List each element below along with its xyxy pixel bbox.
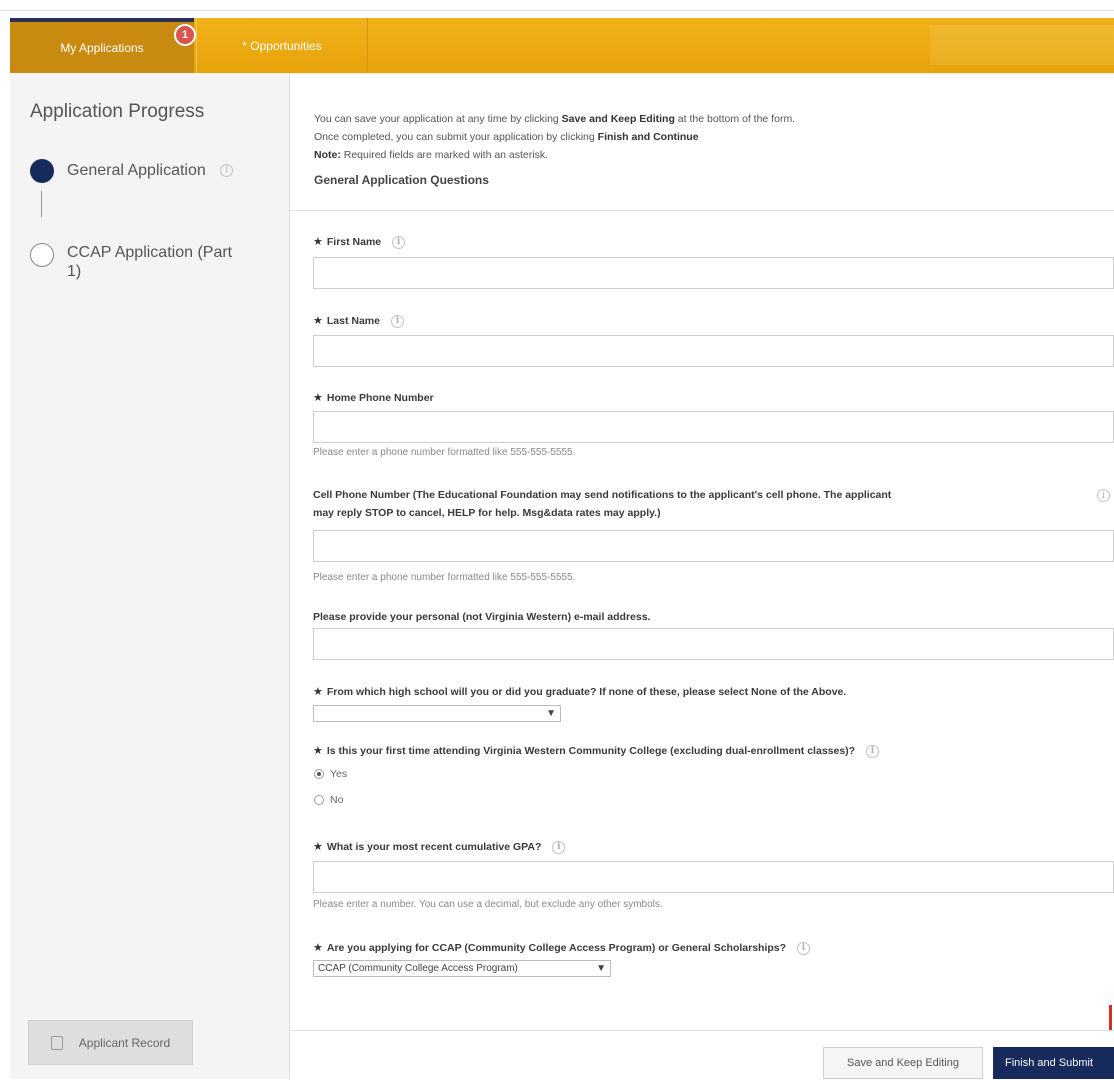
cell-phone-input[interactable] — [313, 530, 1114, 562]
form-footer — [290, 1030, 1114, 1080]
intro-line1-post: at the bottom of the form. — [674, 113, 796, 125]
radio-selected-icon — [314, 769, 324, 779]
email-input[interactable] — [313, 628, 1114, 660]
home-phone-label: ★ Home Phone Number — [313, 389, 434, 407]
section-title: General Application Questions — [314, 173, 489, 187]
high-school-label: ★ From which high school will you or did … — [313, 683, 846, 701]
tab-my-applications[interactable]: My Applications — [10, 18, 194, 73]
applicant-record-button[interactable]: Applicant Record — [28, 1020, 193, 1065]
gpa-hint: Please enter a number. You can use a dec… — [313, 899, 663, 910]
gpa-label-text: What is your most recent cumulative GPA? — [326, 841, 542, 853]
last-name-label-text: Last Name — [326, 315, 380, 327]
info-icon[interactable]: i — [552, 840, 566, 854]
last-name-label: ★ Last Name i — [313, 312, 404, 330]
intro-line1-text: You can save your application at any tim… — [314, 113, 562, 125]
info-icon[interactable]: i — [1097, 489, 1110, 502]
radio-unselected-icon — [314, 795, 324, 805]
first-time-option-no-label: No — [330, 794, 344, 806]
intro-line2-text: Once completed, you can submit your appl… — [314, 131, 598, 143]
gpa-label: ★ What is your most recent cumulative GPA… — [313, 838, 566, 856]
top-nav-bar: My Applications 1 * Opportunities — [10, 18, 1114, 73]
first-name-label-text: First Name — [326, 236, 382, 248]
home-phone-input[interactable] — [313, 411, 1114, 443]
info-icon[interactable]: i — [392, 235, 406, 249]
step-ccap-application[interactable]: CCAP Application (Part 1) — [30, 243, 247, 281]
last-name-input[interactable] — [313, 335, 1114, 367]
program-label: ★ Are you applying for CCAP (Community Co… — [313, 939, 810, 957]
program-select-value: CCAP (Community College Access Program) — [318, 963, 518, 974]
sidebar-title: Application Progress — [30, 101, 205, 122]
step-general-application[interactable]: General Application i — [30, 159, 234, 183]
required-star-icon: ★ — [313, 745, 323, 757]
nav-right-area — [930, 25, 1114, 65]
cell-phone-label-line1: Cell Phone Number (The Educational Found… — [313, 489, 892, 501]
tab-opportunities-label: * Opportunities — [242, 38, 322, 53]
first-time-option-yes-label: Yes — [330, 768, 348, 780]
high-school-label-text: From which high school will you or did y… — [326, 686, 847, 698]
step-ccap-application-label: CCAP Application (Part 1) — [67, 244, 233, 280]
required-star-icon: ★ — [313, 236, 323, 248]
progress-sidebar: Application Progress General Application… — [10, 73, 290, 1079]
first-time-option-yes[interactable]: Yes — [314, 768, 347, 780]
step-general-application-label: General Application — [67, 162, 206, 179]
intro-note-text: Required fields are marked with an aster… — [340, 149, 549, 161]
required-star-icon: ★ — [313, 942, 323, 954]
intro-line2-bold: Finish and Continue — [597, 131, 699, 143]
program-label-text: Are you applying for CCAP (Community Col… — [326, 942, 787, 954]
browser-top-strip — [0, 0, 1114, 11]
document-icon — [50, 1035, 63, 1050]
intro-note-bold: Note: — [314, 149, 341, 161]
step-current-dot-icon — [30, 159, 54, 183]
info-icon[interactable]: i — [796, 941, 810, 955]
first-time-option-no[interactable]: No — [314, 794, 343, 806]
info-icon[interactable]: i — [390, 314, 404, 328]
email-label: Please provide your personal (not Virgin… — [313, 611, 651, 623]
select-caret-icon: ▼ — [596, 963, 606, 974]
cell-phone-hint: Please enter a phone number formatted li… — [313, 572, 576, 583]
required-star-icon: ★ — [313, 315, 323, 327]
program-select[interactable]: CCAP (Community College Access Program) … — [313, 960, 611, 977]
step-connector-line — [41, 191, 42, 217]
applicant-record-label: Applicant Record — [78, 1035, 171, 1050]
home-phone-label-text: Home Phone Number — [326, 392, 434, 404]
first-time-label-text: Is this your first time attending Virgin… — [326, 745, 856, 757]
required-star-icon: ★ — [313, 841, 323, 853]
required-star-icon: ★ — [313, 686, 323, 698]
intro-line1-bold: Save and Keep Editing — [561, 113, 675, 125]
first-name-label: ★ First Name i — [313, 233, 406, 251]
first-time-label: ★ Is this your first time attending Virgi… — [313, 742, 880, 760]
required-star-icon: ★ — [313, 392, 323, 404]
info-icon[interactable]: i — [220, 164, 234, 178]
cell-phone-label: Cell Phone Number (The Educational Found… — [313, 486, 1083, 522]
info-icon[interactable]: i — [866, 744, 880, 758]
finish-and-submit-button[interactable]: Finish and Submit — [993, 1047, 1114, 1079]
notification-badge: 1 — [174, 24, 196, 46]
select-caret-icon: ▼ — [546, 708, 556, 719]
tab-my-applications-label: My Applications — [60, 40, 144, 55]
cell-phone-label-line2: may reply STOP to cancel, HELP for help.… — [313, 507, 661, 519]
save-and-keep-editing-button[interactable]: Save and Keep Editing — [823, 1047, 983, 1079]
high-school-select[interactable]: ▼ — [313, 705, 561, 722]
main-content: You can save your application at any tim… — [300, 110, 1114, 187]
red-indicator-mark — [1109, 1005, 1112, 1031]
section-divider — [290, 210, 1114, 211]
first-name-input[interactable] — [313, 257, 1114, 289]
step-pending-circle-icon — [30, 243, 54, 267]
gpa-input[interactable] — [313, 861, 1114, 893]
intro-text: You can save your application at any tim… — [314, 110, 1114, 164]
tab-opportunities[interactable]: * Opportunities — [196, 18, 368, 73]
home-phone-hint: Please enter a phone number formatted li… — [313, 447, 576, 458]
